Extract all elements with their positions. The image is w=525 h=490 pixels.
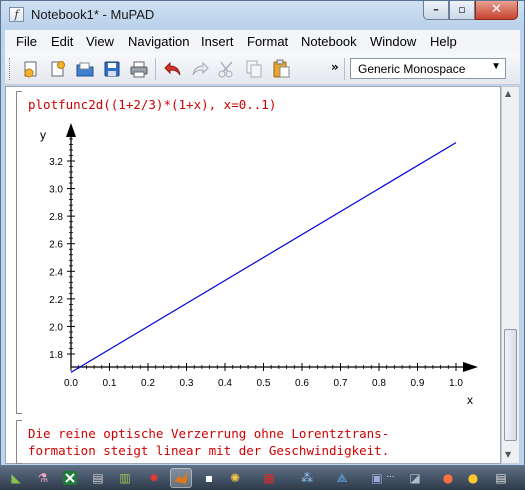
copy-icon[interactable] (242, 57, 266, 81)
close-icon: ✕ (491, 2, 502, 17)
x-tick-label: 0.9 (411, 378, 425, 389)
task-l[interactable]: ◪ (404, 468, 426, 488)
menu-bar: File Edit View Navigation Insert Format … (5, 30, 520, 53)
x-axis-label: x (467, 393, 473, 407)
task-b[interactable]: ⚗ (32, 468, 54, 488)
task-n[interactable]: ● (462, 468, 484, 488)
y-tick-label: 3.2 (49, 157, 63, 168)
close-button[interactable]: ✕ (475, 1, 518, 20)
scrollbar-thumb[interactable] (504, 329, 517, 441)
input-region-bracket[interactable] (16, 91, 22, 414)
x-tick-label: 0.1 (103, 378, 117, 389)
mupad-icon[interactable]: f (9, 7, 24, 22)
undo-icon[interactable] (161, 57, 185, 81)
function-plot[interactable]: x y 0.0 0.1 0.2 0.3 0.4 0.5 0.6 0.7 0.8 0.9 1.0 1.8 2.… (26, 115, 486, 415)
x-tick-label: 0.0 (64, 378, 78, 389)
toolbar-grip[interactable] (9, 58, 12, 80)
x-tick-label: 0.8 (372, 378, 386, 389)
menu-edit[interactable]: Edit (51, 34, 73, 49)
matlab-icon[interactable] (170, 468, 192, 488)
scroll-up-icon[interactable]: ▲ (505, 89, 511, 98)
x-tick-label: 0.7 (334, 378, 348, 389)
menu-window[interactable]: Window (370, 34, 416, 49)
task-k[interactable]: ▣ (366, 468, 388, 488)
y-tick-label: 2.0 (49, 322, 63, 333)
toolbar-overflow-button[interactable]: » (331, 60, 339, 74)
font-select[interactable]: Generic Monospace ▼ (350, 58, 506, 79)
excel-icon[interactable] (59, 468, 81, 488)
print-icon[interactable] (127, 57, 151, 81)
menu-help[interactable]: Help (430, 34, 457, 49)
taskbar-overflow-text: ... (386, 470, 395, 480)
minimize-button[interactable]: – (423, 1, 449, 20)
menu-format[interactable]: Format (247, 34, 288, 49)
text-paragraph[interactable]: Die reine optische Verzerrung ohne Loren… (28, 425, 389, 459)
taskbar: ◣ ⚗ ▤ ▥ ✹ ▪ ✺ ▦ ⁂ ⟁ ▣ ◪ ● ● ▤ ... (0, 466, 525, 490)
notebook-document[interactable]: plotfunc2d((1+2/3)*(1+x), x=0..1) x y 0.0 0… (5, 86, 501, 464)
window-controls: – ▫ ✕ (423, 1, 518, 20)
vertical-scrollbar[interactable]: ▲ ▼ (501, 86, 520, 464)
command-input[interactable]: plotfunc2d((1+2/3)*(1+x), x=0..1) (28, 97, 276, 112)
task-i[interactable]: ⁂ (296, 468, 318, 488)
task-m[interactable]: ● (437, 468, 459, 488)
text-region-bracket[interactable] (16, 420, 22, 464)
font-select-value: Generic Monospace (358, 62, 466, 76)
title-bar[interactable]: f Notebook1* - MuPAD – ▫ ✕ (1, 1, 524, 29)
menu-notebook[interactable]: Notebook (301, 34, 357, 49)
open-folder-icon[interactable] (73, 57, 97, 81)
maximize-icon: ▫ (458, 3, 466, 16)
minimize-icon: – (433, 3, 439, 16)
y-tick-label: 2.8 (49, 212, 63, 223)
task-g[interactable]: ✺ (224, 468, 246, 488)
y-tick-label: 2.6 (49, 240, 63, 251)
x-tick-label: 0.4 (218, 378, 232, 389)
new-document-icon[interactable] (46, 57, 70, 81)
y-tick-label: 1.8 (49, 350, 63, 361)
toolbar: » Generic Monospace ▼ (5, 53, 520, 85)
menu-insert[interactable]: Insert (201, 34, 234, 49)
task-h[interactable]: ▦ (258, 468, 280, 488)
menu-file[interactable]: File (16, 34, 37, 49)
y-axis-arrowhead (66, 123, 76, 137)
cut-icon[interactable] (215, 57, 239, 81)
menu-navigation[interactable]: Navigation (128, 34, 189, 49)
new-notebook-icon[interactable] (19, 57, 43, 81)
task-e[interactable]: ✹ (143, 468, 165, 488)
scroll-down-icon[interactable]: ▼ (505, 450, 511, 459)
paste-icon[interactable] (269, 57, 293, 81)
x-tick-label: 0.3 (180, 378, 194, 389)
y-tick-label: 3.0 (49, 185, 63, 196)
task-a[interactable]: ◣ (5, 468, 27, 488)
redo-icon[interactable] (188, 57, 212, 81)
x-tick-label: 0.6 (295, 378, 309, 389)
text-line: formation steigt linear mit der Geschwin… (28, 443, 390, 458)
save-icon[interactable] (100, 57, 124, 81)
toolbar-separator (155, 58, 156, 80)
task-c[interactable]: ▤ (87, 468, 109, 488)
window-title: Notebook1* - MuPAD (31, 7, 155, 22)
y-tick-label: 2.4 (49, 267, 63, 278)
menu-view[interactable]: View (86, 34, 114, 49)
task-d[interactable]: ▥ (114, 468, 136, 488)
plot-series-line (70, 142, 457, 373)
maximize-button[interactable]: ▫ (449, 1, 475, 20)
task-f[interactable]: ▪ (198, 468, 220, 488)
y-axis-label: y (40, 128, 46, 142)
y-tick-label: 2.2 (49, 295, 63, 306)
task-o[interactable]: ▤ (490, 468, 512, 488)
toolbar-separator (344, 58, 345, 80)
text-line: Die reine optische Verzerrung ohne Loren… (28, 426, 390, 441)
mupad-window: f Notebook1* - MuPAD – ▫ ✕ File Edit Vie… (0, 0, 525, 466)
task-j[interactable]: ⟁ (331, 468, 353, 488)
x-tick-label: 0.2 (141, 378, 155, 389)
chevron-down-icon: ▼ (491, 61, 501, 72)
x-axis-arrowhead (463, 362, 478, 372)
x-tick-label: 1.0 (449, 378, 463, 389)
x-tick-label: 0.5 (257, 378, 271, 389)
